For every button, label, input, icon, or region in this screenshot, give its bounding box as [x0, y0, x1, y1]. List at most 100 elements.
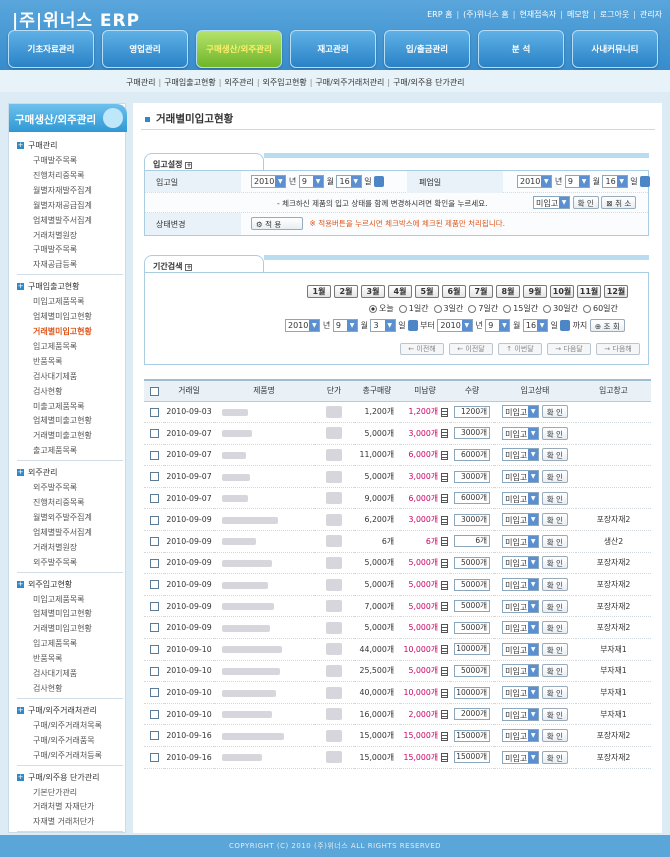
sidebar-item[interactable]: 월별외주발주집계 [33, 512, 92, 523]
qty-input[interactable]: 5000개 [454, 621, 490, 634]
subnav-item[interactable]: 구매관리 [126, 78, 155, 87]
subnav-item[interactable]: 구매/외주용 단가관리 [393, 78, 464, 87]
month-button[interactable]: 1월 [307, 285, 331, 298]
row-checkbox[interactable] [149, 472, 159, 482]
row-confirm-button[interactable]: 확 인 [541, 405, 568, 419]
row-checkbox[interactable] [149, 645, 159, 655]
from-month-select[interactable]: 9 ▼ [332, 319, 359, 332]
sidebar-item[interactable]: 거래처별 자재단가 [33, 801, 94, 812]
top-link[interactable]: 현재접속자 [519, 10, 556, 19]
app-logo[interactable]: |주|위너스 ERP [12, 6, 140, 31]
sidebar-item[interactable]: 업체별미입고현황 [33, 608, 92, 619]
month-button[interactable]: 8월 [496, 285, 520, 298]
row-checkbox[interactable] [149, 666, 159, 676]
qty-input[interactable]: 15000개 [454, 729, 490, 742]
plus-icon[interactable]: + [185, 162, 193, 169]
document-icon[interactable] [441, 429, 448, 439]
row-checkbox[interactable] [149, 688, 159, 698]
nav-tab[interactable]: 입/출금관리 [384, 30, 470, 68]
month-button[interactable]: 2월 [334, 285, 358, 298]
status-select[interactable]: 미입고 ▼ [502, 556, 540, 570]
sidebar-item[interactable]: 검사대기제품 [33, 371, 77, 382]
period-radio[interactable]: 1일간 [398, 304, 429, 313]
qty-input[interactable]: 5000개 [454, 664, 490, 677]
month-button[interactable]: 4월 [388, 285, 412, 298]
subnav-item[interactable]: 외주입고현황 [263, 78, 307, 87]
table-row[interactable]: 2010-09-10 44,000개 10,000개 10000개 미입고 ▼ 확 인 부자… [144, 638, 651, 661]
period-nav-button[interactable]: ← 이전해 [400, 343, 444, 355]
status-select[interactable]: 미입고 ▼ [502, 513, 540, 527]
period-radio[interactable]: 7일간 [468, 304, 498, 313]
sidebar-item[interactable]: 거래별미입고현황 [33, 326, 92, 337]
period-nav-button[interactable]: → 다음해 [596, 343, 640, 355]
row-checkbox[interactable] [149, 558, 159, 568]
sidebar-item[interactable]: 거래처별원장 [33, 542, 77, 553]
sidebar-item[interactable]: 검사대기제품 [33, 668, 77, 679]
document-icon[interactable] [441, 602, 448, 612]
nav-tab[interactable]: 구매생산/외주관리 [196, 30, 282, 68]
top-link[interactable]: 관리자 [640, 10, 662, 19]
row-checkbox[interactable] [149, 429, 159, 439]
sidebar-item[interactable]: 구매/외주거래처목록 [33, 720, 102, 731]
document-icon[interactable] [441, 688, 448, 698]
sidebar-item[interactable]: 구매/외주거래품목 [33, 735, 95, 746]
sidebar-item[interactable]: 업체별미입고현황 [33, 311, 92, 322]
row-confirm-button[interactable]: 확 인 [541, 578, 568, 592]
tab-period-search[interactable]: 기간검색 + [144, 255, 264, 273]
period-radio[interactable]: 30일간 [543, 304, 578, 313]
sidebar-item[interactable]: 출고제품목록 [33, 445, 77, 456]
row-checkbox[interactable] [149, 601, 159, 611]
row-confirm-button[interactable]: 확 인 [541, 491, 568, 505]
table-row[interactable]: 2010-09-07 5,000개 3,000개 3000개 미입고 ▼ 확 인 [144, 422, 651, 445]
from-year-select[interactable]: 2010 ▼ [285, 319, 321, 332]
sidebar-item[interactable]: 검사현황 [33, 386, 62, 397]
status-select[interactable]: 미입고 ▼ [502, 664, 540, 678]
row-confirm-button[interactable]: 확 인 [541, 534, 568, 548]
table-row[interactable]: 2010-09-07 11,000개 6,000개 6000개 미입고 ▼ 확 인 [144, 444, 651, 467]
sidebar-group-title[interactable]: + 구매/외주용 단가관리 [17, 772, 99, 783]
document-icon[interactable] [441, 537, 448, 547]
month-button[interactable]: 11월 [577, 285, 601, 298]
sidebar-item[interactable]: 입고제품목록 [33, 638, 77, 649]
qty-input[interactable]: 6000개 [454, 492, 490, 505]
status-select[interactable]: 미입고 ▼ [502, 642, 540, 656]
qty-input[interactable]: 10000개 [454, 686, 490, 699]
table-row[interactable]: 2010-09-09 6,200개 3,000개 3000개 미입고 ▼ 확 인 포장자재2 [144, 508, 651, 532]
qty-input[interactable]: 5000개 [454, 600, 490, 613]
document-icon[interactable] [441, 558, 448, 568]
qty-input[interactable]: 6000개 [454, 448, 490, 461]
nav-tab[interactable]: 분 석 [478, 30, 564, 68]
sidebar-item[interactable]: 미입고제품목록 [33, 296, 85, 307]
row-confirm-button[interactable]: 확 인 [541, 729, 568, 743]
qty-input[interactable]: 15000개 [454, 751, 490, 764]
table-row[interactable]: 2010-09-09 6개 6개 6개 미입고 ▼ 확 인 생산2 [144, 530, 651, 553]
row-checkbox[interactable] [149, 537, 159, 547]
table-row[interactable]: 2010-09-09 5,000개 5,000개 5000개 미입고 ▼ 확 인 포장자재2 [144, 573, 651, 596]
to-day-select[interactable]: 16 ▼ [522, 319, 549, 332]
qty-input[interactable]: 6개 [454, 535, 490, 548]
release-month-select[interactable]: 9 ▼ [564, 175, 591, 188]
period-radio[interactable]: 오늘 [369, 304, 394, 313]
row-confirm-button[interactable]: 확 인 [541, 556, 568, 570]
month-button[interactable]: 7월 [469, 285, 493, 298]
sidebar-item[interactable]: 입고제품목록 [33, 341, 77, 352]
sidebar-item[interactable]: 검사현황 [33, 683, 62, 694]
sidebar-item[interactable]: 자재공급등록 [33, 259, 77, 270]
qty-input[interactable]: 1200개 [454, 405, 490, 418]
col-qty[interactable]: 수량 [450, 379, 494, 402]
document-icon[interactable] [441, 731, 448, 741]
row-checkbox[interactable] [149, 450, 159, 460]
sidebar-item[interactable]: 기본단가관리 [33, 787, 77, 798]
status-select[interactable]: 미입고 ▼ [502, 426, 540, 440]
search-button[interactable]: ⊕ 조 회 [589, 319, 625, 332]
row-confirm-button[interactable]: 확 인 [541, 426, 568, 440]
nav-tab[interactable]: 사내커뮤니티 [572, 30, 658, 68]
select-all-checkbox[interactable] [149, 386, 159, 396]
qty-input[interactable]: 3000개 [454, 427, 490, 440]
row-confirm-button[interactable]: 확 인 [541, 448, 568, 462]
release-day-select[interactable]: 16 ▼ [602, 175, 628, 188]
period-nav-button[interactable]: ← 이전달 [449, 343, 493, 355]
col-total[interactable]: 총구매량 [354, 379, 400, 402]
calendar-icon[interactable] [373, 176, 384, 187]
top-link[interactable]: (주)위너스 홈 [463, 10, 509, 19]
